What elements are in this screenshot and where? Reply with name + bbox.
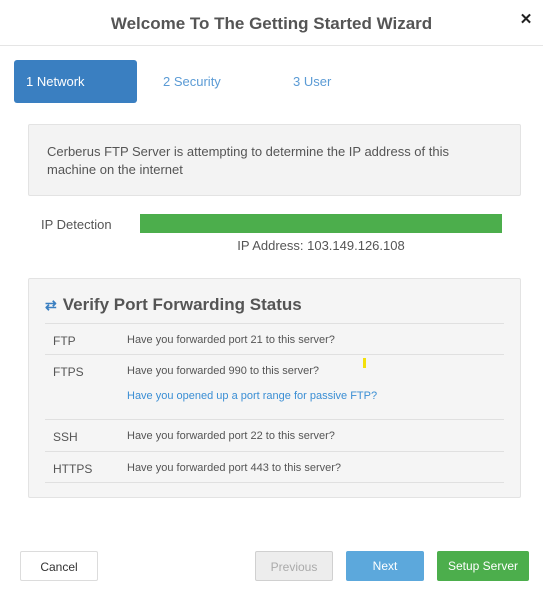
ip-detection-progress [140,214,502,233]
protocol-label: SSH [53,430,78,444]
ip-address-text: IP Address: 103.149.126.108 [237,238,405,253]
port-row-ftp: FTP Have you forwarded port 21 to this s… [45,323,504,354]
port-question: Have you forwarded port 21 to this serve… [127,334,335,346]
highlight-marker [363,358,366,368]
port-row-https: HTTPS Have you forwarded port 443 to thi… [45,451,504,483]
port-question: Have you forwarded port 22 to this serve… [127,430,335,442]
cancel-button[interactable]: Cancel [20,551,98,581]
tab-security[interactable]: 2 Security [163,60,221,103]
protocol-label: FTP [53,334,76,348]
tab-user[interactable]: 3 User [293,60,331,103]
port-question: Have you forwarded port 443 to this serv… [127,462,342,474]
info-message: Cerberus FTP Server is attempting to det… [28,124,521,196]
next-button[interactable]: Next [346,551,424,581]
port-row-ftps: FTPS Have you forwarded 990 to this serv… [45,354,504,419]
ip-detection-progress-fill [140,214,502,233]
port-question: Have you forwarded 990 to this server? [127,365,319,377]
swap-arrows-icon: ⇄ [45,297,57,313]
protocol-label: FTPS [53,365,84,379]
previous-button[interactable]: Previous [255,551,333,581]
tab-network[interactable]: 1 Network [14,60,137,103]
wizard-title: Welcome To The Getting Started Wizard [110,14,433,33]
protocol-label: HTTPS [53,462,93,476]
port-forwarding-title: ⇄ Verify Port Forwarding Status [45,295,302,315]
ip-detection-label: IP Detection [41,217,112,232]
port-forwarding-panel: ⇄ Verify Port Forwarding Status FTP Have … [28,278,521,498]
passive-ftp-link[interactable]: Have you opened up a port range for pass… [127,390,377,402]
close-icon[interactable]: ✕ [517,11,535,29]
setup-server-button[interactable]: Setup Server [437,551,529,581]
port-forwarding-title-text: Verify Port Forwarding Status [62,295,302,314]
wizard-header: Welcome To The Getting Started Wizard ✕ [0,0,543,46]
port-row-ssh: SSH Have you forwarded port 22 to this s… [45,419,504,451]
